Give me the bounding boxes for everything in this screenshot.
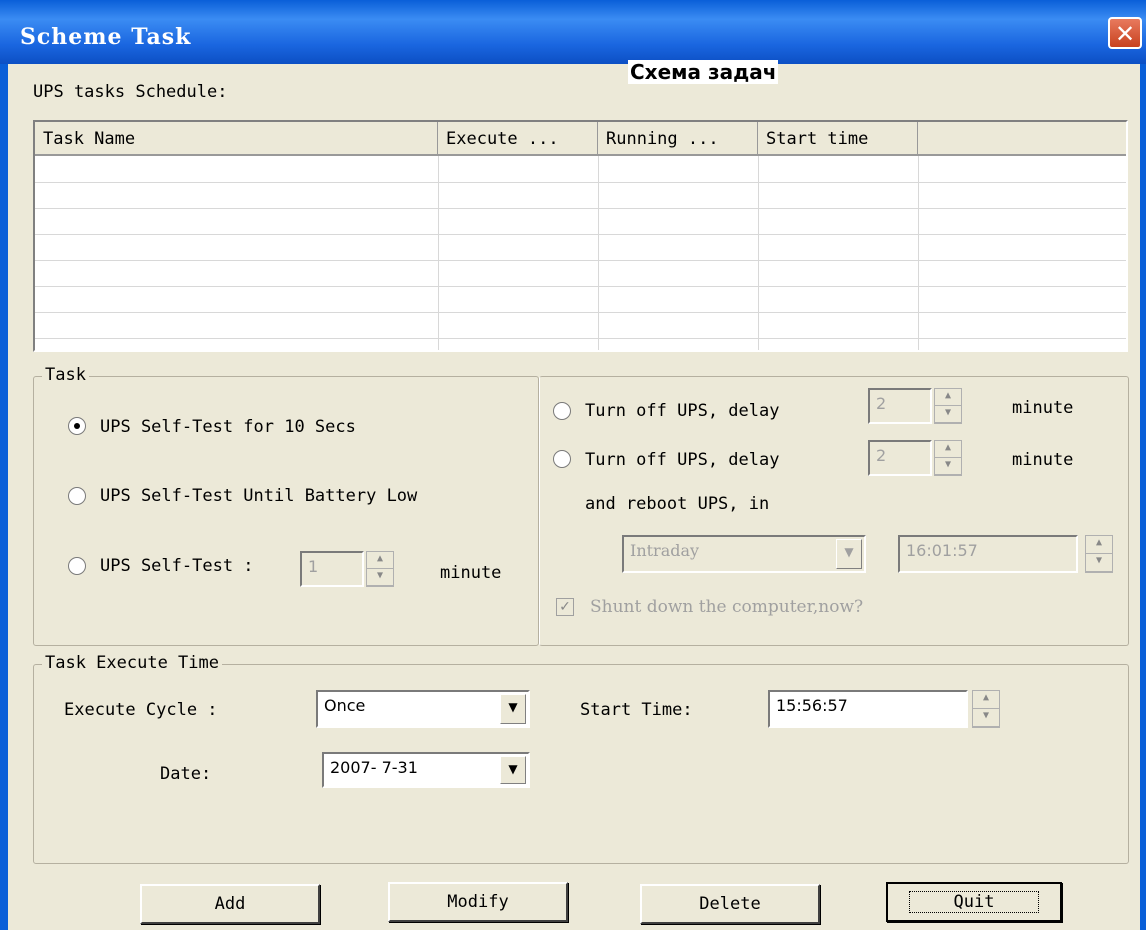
spin-down-icon[interactable]: ▼ bbox=[1086, 554, 1112, 572]
execute-cycle-select[interactable]: Once ▼ bbox=[316, 690, 530, 728]
grid-line bbox=[758, 156, 759, 350]
turn-off-delay-field[interactable]: 2 bbox=[868, 388, 932, 424]
start-time-label: Start Time: bbox=[580, 700, 693, 720]
spin-up-icon[interactable]: ▲ bbox=[1086, 536, 1112, 554]
self-test-minutes-unit: minute bbox=[440, 563, 502, 583]
chevron-down-icon[interactable]: ▼ bbox=[836, 539, 862, 569]
delete-button[interactable]: Delete bbox=[640, 884, 820, 924]
schedule-label: UPS tasks Schedule: bbox=[33, 82, 228, 102]
reboot-time-field[interactable]: 16:01:57 bbox=[898, 535, 1078, 573]
date-value: 2007- 7-31 bbox=[330, 758, 418, 777]
self-test-10-label[interactable]: UPS Self-Test for 10 Secs bbox=[100, 417, 356, 437]
grid-line bbox=[35, 182, 1126, 183]
start-time-field[interactable]: 15:56:57 bbox=[768, 690, 968, 728]
quit-button-label: Quit bbox=[908, 891, 1040, 913]
quit-button[interactable]: Quit bbox=[886, 882, 1062, 922]
spin-down-icon[interactable]: ▼ bbox=[973, 709, 999, 727]
spin-down-icon[interactable]: ▼ bbox=[367, 569, 393, 586]
add-button[interactable]: Add bbox=[140, 884, 320, 924]
radio-turn-off-reboot[interactable] bbox=[553, 450, 571, 468]
self-test-minutes-field[interactable]: 1 bbox=[300, 551, 364, 587]
turn-off-reboot-field[interactable]: 2 bbox=[868, 440, 932, 476]
radio-self-test-minutes[interactable] bbox=[68, 557, 86, 575]
task-list[interactable]: Task Name Execute ... Running ... Start … bbox=[33, 120, 1128, 352]
turn-off-reboot-spinner[interactable]: ▲ ▼ bbox=[934, 440, 962, 476]
grid-line bbox=[598, 156, 599, 350]
column-header-running[interactable]: Running ... bbox=[598, 122, 758, 156]
turn-off-reboot-label[interactable]: Turn off UPS, delay bbox=[585, 450, 779, 470]
grid-line bbox=[438, 156, 439, 350]
self-test-battery-low-label[interactable]: UPS Self-Test Until Battery Low bbox=[100, 486, 417, 506]
window-title: Scheme Task bbox=[20, 24, 192, 50]
grid-line bbox=[35, 286, 1126, 287]
turn-off-delay-unit: minute bbox=[1012, 398, 1074, 418]
spin-up-icon[interactable]: ▲ bbox=[973, 691, 999, 709]
chevron-down-icon[interactable]: ▼ bbox=[500, 694, 526, 724]
radio-turn-off-delay[interactable] bbox=[553, 402, 571, 420]
window-border-right bbox=[1140, 64, 1146, 930]
window-border-left bbox=[0, 64, 8, 930]
reboot-label: and reboot UPS, in bbox=[585, 494, 770, 514]
grid-line bbox=[35, 338, 1126, 339]
shutdown-checkbox-label[interactable]: Shunt down the computer,now? bbox=[590, 597, 863, 617]
spin-up-icon[interactable]: ▲ bbox=[935, 441, 961, 458]
column-header-empty bbox=[918, 122, 1126, 156]
grid-line bbox=[35, 208, 1126, 209]
grid-line bbox=[918, 156, 919, 350]
reboot-time-spinner[interactable]: ▲ ▼ bbox=[1085, 535, 1113, 573]
title-bar[interactable]: Scheme Task ✕ bbox=[0, 0, 1146, 64]
caption-overlay: Схема задач bbox=[628, 60, 779, 84]
execute-cycle-label: Execute Cycle : bbox=[64, 700, 218, 720]
column-header-task-name[interactable]: Task Name bbox=[35, 122, 438, 156]
grid-line bbox=[35, 260, 1126, 261]
execute-cycle-value: Once bbox=[324, 696, 366, 715]
start-time-spinner[interactable]: ▲ ▼ bbox=[972, 690, 1000, 728]
spin-up-icon[interactable]: ▲ bbox=[935, 389, 961, 406]
grid-line bbox=[35, 312, 1126, 313]
grid-line bbox=[35, 234, 1126, 235]
turn-off-reboot-unit: minute bbox=[1012, 450, 1074, 470]
scheme-task-dialog: Scheme Task ✕ Схема задач UPS tasks Sche… bbox=[0, 0, 1146, 930]
chevron-down-icon[interactable]: ▼ bbox=[500, 756, 526, 784]
close-icon[interactable]: ✕ bbox=[1108, 17, 1142, 49]
modify-button[interactable]: Modify bbox=[388, 882, 568, 922]
date-picker[interactable]: 2007- 7-31 ▼ bbox=[322, 752, 530, 788]
turn-off-delay-spinner[interactable]: ▲ ▼ bbox=[934, 388, 962, 424]
spin-up-icon[interactable]: ▲ bbox=[367, 552, 393, 569]
self-test-minutes-label[interactable]: UPS Self-Test : bbox=[100, 556, 254, 576]
radio-self-test-10[interactable] bbox=[68, 417, 86, 435]
turn-off-delay-label[interactable]: Turn off UPS, delay bbox=[585, 401, 779, 421]
date-label: Date: bbox=[160, 764, 212, 784]
spin-down-icon[interactable]: ▼ bbox=[935, 458, 961, 475]
radio-self-test-battery-low[interactable] bbox=[68, 487, 86, 505]
self-test-minutes-spinner[interactable]: ▲ ▼ bbox=[366, 551, 394, 587]
spin-down-icon[interactable]: ▼ bbox=[935, 406, 961, 423]
reboot-cycle-value: Intraday bbox=[630, 541, 700, 560]
column-header-start-time[interactable]: Start time bbox=[758, 122, 918, 156]
column-header-execute[interactable]: Execute ... bbox=[438, 122, 598, 156]
task-group-title: Task bbox=[42, 365, 89, 385]
reboot-cycle-select[interactable]: Intraday ▼ bbox=[622, 535, 866, 573]
shutdown-checkbox[interactable]: ✓ bbox=[556, 598, 574, 616]
execute-time-group-title: Task Execute Time bbox=[42, 653, 222, 673]
